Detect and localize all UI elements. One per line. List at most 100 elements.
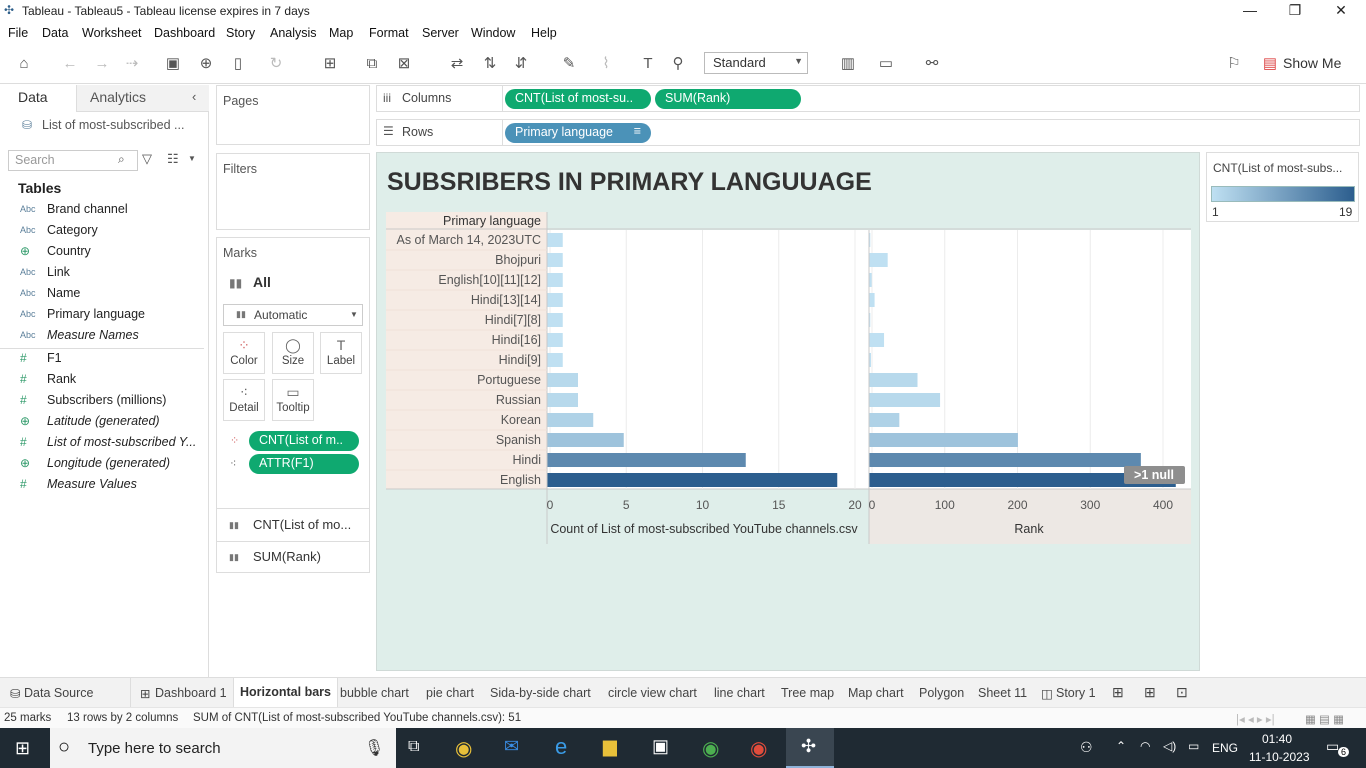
columns-pill-rank[interactable]: SUM(Rank): [655, 89, 801, 109]
pages-shelf[interactable]: Pages: [216, 85, 370, 145]
grid-view-icon[interactable]: ▦ ▤ ▦: [1305, 712, 1344, 726]
filter-icon[interactable]: ▽: [142, 151, 152, 167]
sort-ascending-icon[interactable]: ⇅: [480, 54, 500, 74]
color-button[interactable]: ⁘ Color: [223, 332, 265, 374]
detail-pill[interactable]: ATTR(F1): [249, 454, 359, 474]
mark-type-dropdown[interactable]: ▮▮ Automatic ▼: [223, 304, 363, 326]
datasource-name[interactable]: List of most-subscribed ...: [42, 118, 184, 132]
refresh-icon[interactable]: ↻: [266, 54, 286, 74]
volume-icon[interactable]: ◁): [1163, 739, 1176, 753]
chrome-icon[interactable]: ◉: [455, 736, 472, 761]
minimize-button[interactable]: —: [1240, 2, 1260, 20]
duplicate-sheet-icon[interactable]: ⧉: [362, 54, 382, 74]
menu-help[interactable]: Help: [531, 26, 557, 40]
group-icon[interactable]: ⌇: [596, 54, 616, 74]
field-item[interactable]: Abc Category: [20, 223, 205, 243]
field-item[interactable]: ⊕ Longitude (generated): [20, 456, 205, 476]
redo-icon[interactable]: →: [92, 54, 112, 74]
menu-window[interactable]: Window: [471, 26, 515, 40]
label-button[interactable]: T Label: [320, 332, 362, 374]
color-pill[interactable]: CNT(List of m..: [249, 431, 359, 451]
show-me-icon[interactable]: ▤: [1260, 54, 1280, 74]
menu-dashboard[interactable]: Dashboard: [154, 26, 215, 40]
tab-data[interactable]: Data: [18, 89, 48, 105]
field-item[interactable]: Abc Name: [20, 286, 205, 306]
tab-polygon[interactable]: Polygon: [919, 686, 964, 700]
field-item[interactable]: Abc Brand channel: [20, 202, 205, 222]
menu-worksheet[interactable]: Worksheet: [82, 26, 142, 40]
columns-pill-count[interactable]: CNT(List of most-su..: [505, 89, 651, 109]
bar-chart[interactable]: Primary language 0 5 10 15 20 Count of List of…: [386, 212, 1191, 544]
columns-shelf[interactable]: iii Columns CNT(List of most-su.. SUM(Ra…: [376, 85, 1360, 112]
tab-dashboard-1[interactable]: Dashboard 1: [155, 686, 227, 700]
close-button[interactable]: ✕: [1331, 2, 1351, 20]
tab-analytics[interactable]: Analytics: [90, 89, 146, 105]
undo-icon[interactable]: ←: [60, 54, 80, 74]
menu-server[interactable]: Server: [422, 26, 459, 40]
show-me-button[interactable]: Show Me: [1283, 55, 1341, 71]
tab-data-source[interactable]: Data Source: [24, 686, 93, 700]
new-datasource-icon[interactable]: ⊕: [196, 54, 216, 74]
marks-all-label[interactable]: All: [253, 274, 271, 290]
battery-icon[interactable]: ▭: [1188, 739, 1199, 753]
collapse-pane-icon[interactable]: ‹: [192, 89, 196, 104]
presentation-icon[interactable]: ▥: [838, 54, 858, 74]
marks-section-rank[interactable]: SUM(Rank): [253, 549, 321, 564]
field-item[interactable]: Abc Link: [20, 265, 205, 285]
pin-icon[interactable]: ⚲: [668, 54, 688, 74]
tab-side-by-side-chart[interactable]: Sida-by-side chart: [490, 686, 591, 700]
windows-start-icon[interactable]: ⊞: [15, 738, 30, 759]
menu-data[interactable]: Data: [42, 26, 68, 40]
tab-pie-chart[interactable]: pie chart: [426, 686, 474, 700]
chevron-down-icon[interactable]: ▼: [188, 154, 196, 163]
tab-bubble-chart[interactable]: bubble chart: [340, 686, 409, 700]
home-icon[interactable]: ⌂: [14, 54, 34, 74]
tab-sheet-11[interactable]: Sheet 11: [978, 686, 1027, 700]
edge-icon[interactable]: e: [555, 734, 567, 760]
view-list-icon[interactable]: ☷: [167, 151, 179, 167]
microphone-icon[interactable]: 🎙: [364, 738, 384, 758]
new-story-icon[interactable]: ⊡: [1176, 684, 1188, 701]
restore-button[interactable]: ❐: [1285, 2, 1305, 20]
rows-shelf[interactable]: ☰ Rows Primary language ≡: [376, 119, 1360, 146]
field-item[interactable]: # Measure Values: [20, 477, 205, 497]
sort-descending-icon[interactable]: ⇵: [511, 54, 531, 74]
chrome-icon[interactable]: ◉: [750, 736, 767, 761]
marks-section-cnt[interactable]: CNT(List of mo...: [253, 517, 351, 532]
new-worksheet-icon[interactable]: ⊞: [1112, 684, 1124, 701]
menu-analysis[interactable]: Analysis: [270, 26, 317, 40]
wifi-icon[interactable]: ◠: [1140, 739, 1150, 753]
field-item[interactable]: Abc Measure Names: [20, 328, 205, 348]
replay-icon[interactable]: ⇢: [122, 54, 142, 74]
mail-icon[interactable]: ✉: [504, 736, 519, 757]
size-button[interactable]: ◯ Size: [272, 332, 314, 374]
tab-horizontal-bars[interactable]: Horizontal bars: [233, 678, 338, 708]
tab-map-chart[interactable]: Map chart: [848, 686, 904, 700]
field-item[interactable]: # List of most-subscribed Y...: [20, 435, 205, 455]
nav-first-icon[interactable]: |◂ ◂ ▸ ▸|: [1236, 712, 1275, 726]
rows-pill-primary-language[interactable]: Primary language ≡: [505, 123, 651, 143]
format-workbook-icon[interactable]: ⚐: [1224, 54, 1244, 74]
field-item[interactable]: # Subscribers (millions): [20, 393, 205, 413]
people-icon[interactable]: ⚇: [1080, 739, 1093, 756]
field-item[interactable]: # F1: [20, 351, 205, 371]
filters-shelf[interactable]: Filters: [216, 153, 370, 230]
legend-title[interactable]: CNT(List of most-subs...: [1213, 161, 1342, 175]
highlight-icon[interactable]: ✎: [559, 54, 579, 74]
field-item[interactable]: Abc Primary language: [20, 307, 205, 327]
menu-story[interactable]: Story: [226, 26, 255, 40]
tab-line-chart[interactable]: line chart: [714, 686, 765, 700]
task-view-icon[interactable]: ⧉: [408, 738, 419, 756]
fit-dropdown[interactable]: Standard ▼: [704, 52, 808, 74]
menu-format[interactable]: Format: [369, 26, 409, 40]
field-item[interactable]: # Rank: [20, 372, 205, 392]
tab-tree-map[interactable]: Tree map: [781, 686, 834, 700]
language-indicator[interactable]: ENG: [1212, 741, 1238, 755]
tab-story-1[interactable]: Story 1: [1056, 686, 1096, 700]
tab-circle-view-chart[interactable]: circle view chart: [608, 686, 697, 700]
menu-file[interactable]: File: [8, 26, 28, 40]
store-icon[interactable]: ▣: [652, 736, 669, 757]
chevron-up-icon[interactable]: ⌃: [1116, 739, 1126, 753]
tooltip-button[interactable]: ▭ Tooltip: [272, 379, 314, 421]
taskbar-search[interactable]: ○ Type here to search 🎙: [50, 728, 396, 768]
